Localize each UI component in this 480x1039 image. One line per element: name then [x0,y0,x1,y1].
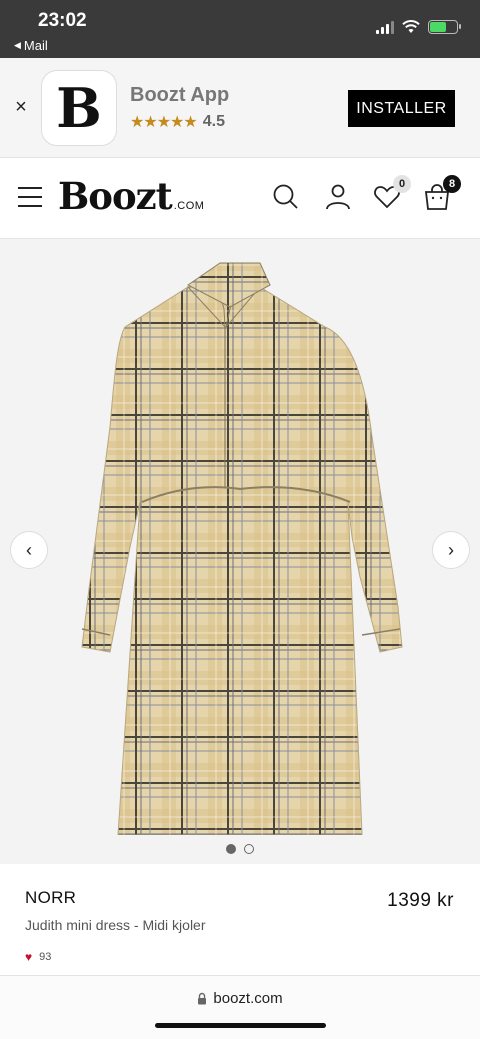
status-indicators [376,20,461,34]
product-title: Judith mini dress - Midi kjoler [25,917,206,933]
heart-icon: ♥ [25,950,33,964]
wishlist-button[interactable]: 0 [372,175,411,212]
url-display[interactable]: boozt.com [0,990,480,1007]
back-to-mail-button[interactable]: ◀ Mail [14,38,48,53]
battery-icon [428,20,461,34]
product-brand[interactable]: NORR [25,888,76,908]
hamburger-menu-icon[interactable] [18,187,42,207]
back-triangle-icon: ◀ [14,40,21,50]
cart-button[interactable]: 8 [422,175,461,212]
wishlist-count-badge: 0 [393,175,411,193]
product-image-gallery[interactable]: ‹ › [0,239,480,864]
close-banner-button[interactable]: × [12,96,30,118]
logo-text: Boozt [58,174,173,218]
pagination-dot-1[interactable] [226,844,236,854]
pagination-dot-2[interactable] [244,844,254,854]
product-info: NORR 1399 kr Judith mini dress - Midi kj… [0,864,480,974]
gallery-pagination [0,844,480,854]
search-icon[interactable] [271,182,301,212]
product-likes: ♥ 93 [25,950,51,964]
cart-count-badge: 8 [443,175,461,193]
url-text: boozt.com [213,990,283,1007]
status-bar: 23:02 ◀ Mail [0,0,480,58]
app-name: Boozt App [130,84,230,106]
boozt-logo[interactable]: Boozt .COM [58,174,204,218]
previous-image-button[interactable]: ‹ [10,531,48,569]
rating-stars-icon: ★★★★★ [130,114,198,131]
product-price: 1399 kr [387,890,454,911]
next-image-button[interactable]: › [432,531,470,569]
account-icon[interactable] [323,182,353,212]
logo-suffix: .COM [173,200,205,212]
status-time: 23:02 [38,10,87,31]
site-header: Boozt .COM 0 8 [0,158,480,239]
boozt-app-logo: B [41,70,117,146]
install-app-button[interactable]: INSTALLER [348,90,455,127]
home-indicator[interactable] [155,1023,326,1028]
back-label: Mail [23,38,48,53]
rating-value: 4.5 [202,113,225,130]
wifi-icon [402,20,420,33]
browser-url-bar[interactable]: boozt.com [0,975,480,1039]
lock-icon [198,992,207,1005]
app-install-banner: × B Boozt App ★★★★★ 4.5 INSTALLER [0,58,480,158]
app-rating: ★★★★★ 4.5 [130,112,225,132]
product-image [81,262,403,835]
likes-count: 93 [39,951,52,963]
cellular-signal-icon [376,20,394,34]
